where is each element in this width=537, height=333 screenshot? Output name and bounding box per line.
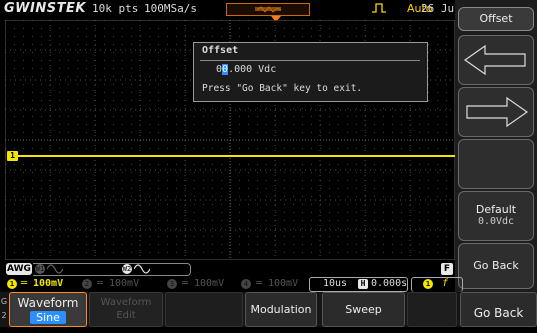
right-arrow-button[interactable]: [458, 87, 534, 137]
waveform-edit-button: Waveform Edit: [89, 292, 163, 327]
brand-logo: GWINSTEK: [4, 1, 86, 16]
channel-1-trace: [18, 155, 455, 157]
waveform-edit-label: Waveform Edit: [100, 297, 152, 321]
record-length: 10k pts: [92, 2, 139, 15]
horizontal-position-badge: H: [358, 279, 368, 289]
waveform-value: Sine: [30, 311, 66, 324]
awg-badge: AWG: [6, 263, 32, 275]
go-back-bottom-label: Go Back: [473, 306, 524, 320]
timebase-value: 10us: [323, 278, 348, 289]
horizontal-position-value: 0.000s: [371, 278, 408, 289]
ch2-scale: 100mV: [109, 278, 140, 289]
left-arrow-icon: [463, 44, 526, 76]
left-arrow-button[interactable]: [458, 35, 534, 85]
popup-title: Offset: [202, 45, 239, 56]
memory-window-indicator: [226, 3, 310, 16]
trigger-slope: f: [442, 278, 449, 289]
empty-bottom-slot-2: [407, 292, 457, 327]
channel-status-row: 1 ═ 100mV 2 ═ 100mV 3 ═ 100mV 4 ═ 100mV …: [5, 277, 463, 292]
go-back-side-button[interactable]: Go Back: [458, 243, 534, 289]
rising-edge-trigger-icon: [372, 3, 386, 13]
empty-menu-slot: [458, 139, 534, 189]
offset-menu-header: Offset: [458, 7, 534, 31]
awg-bar-outline: [33, 263, 191, 276]
timebase-box: 10us H 0.000s: [309, 277, 408, 292]
ch1-coupling-icon: ═: [21, 278, 28, 289]
right-arrow-icon: [466, 96, 529, 128]
top-status-bar: GWINSTEK 10k pts 100MSa/s Auto 26 Jul: [0, 0, 461, 22]
offset-value-field[interactable]: 00.000 Vdc: [216, 64, 276, 75]
sweep-label: Sweep: [345, 303, 382, 316]
side-number-g: G: [0, 297, 8, 306]
channel-1-marker-label: 1: [10, 151, 15, 160]
waveform-label: Waveform: [17, 296, 79, 310]
go-back-bottom-button[interactable]: Go Back: [460, 292, 537, 327]
ch3-coupling-icon: ═: [182, 278, 189, 289]
ch2-coupling-icon: ═: [97, 278, 104, 289]
modulation-button[interactable]: Modulation: [245, 292, 317, 327]
default-label: Default: [475, 203, 517, 216]
sample-rate: 100MSa/s: [144, 2, 197, 15]
ch2-badge: 2: [82, 279, 92, 289]
offset-popup: Offset 00.000 Vdc Press "Go Back" key to…: [193, 42, 428, 102]
waveform-button[interactable]: Waveform Sine: [9, 292, 87, 327]
ch1-scale: 100mV: [33, 278, 64, 289]
ch4-badge: 4: [241, 279, 251, 289]
ch4-coupling-icon: ═: [256, 278, 263, 289]
right-side-menu: Offset Default 0.0Vdc Go Back: [455, 0, 537, 300]
awg-status-bar: AWG W1 W2 F: [5, 263, 455, 276]
default-value: 0.0Vdc: [477, 216, 515, 227]
popup-hint: Press "Go Back" key to exit.: [202, 83, 363, 94]
go-back-side-label: Go Back: [473, 259, 519, 272]
popup-divider: [200, 60, 420, 61]
empty-bottom-slot: [165, 292, 243, 327]
offset-value-rest: .000 Vdc: [228, 64, 277, 75]
bottom-side-numbers: G 2: [0, 295, 8, 327]
ch1-badge: 1: [7, 279, 17, 289]
trigger-info-box: 1 f: [411, 277, 463, 292]
side-number-2: 2: [1, 311, 7, 320]
default-offset-button[interactable]: Default 0.0Vdc: [458, 191, 534, 241]
trigger-source-badge: 1: [423, 279, 433, 289]
sweep-button[interactable]: Sweep: [322, 292, 405, 327]
offset-menu-header-label: Offset: [479, 12, 513, 25]
ch3-scale: 100mV: [194, 278, 225, 289]
ch3-badge: 3: [167, 279, 177, 289]
modulation-label: Modulation: [250, 303, 312, 316]
function-f-badge[interactable]: F: [441, 263, 453, 275]
channel-1-marker[interactable]: 1: [7, 151, 18, 161]
ch4-scale: 100mV: [268, 278, 299, 289]
